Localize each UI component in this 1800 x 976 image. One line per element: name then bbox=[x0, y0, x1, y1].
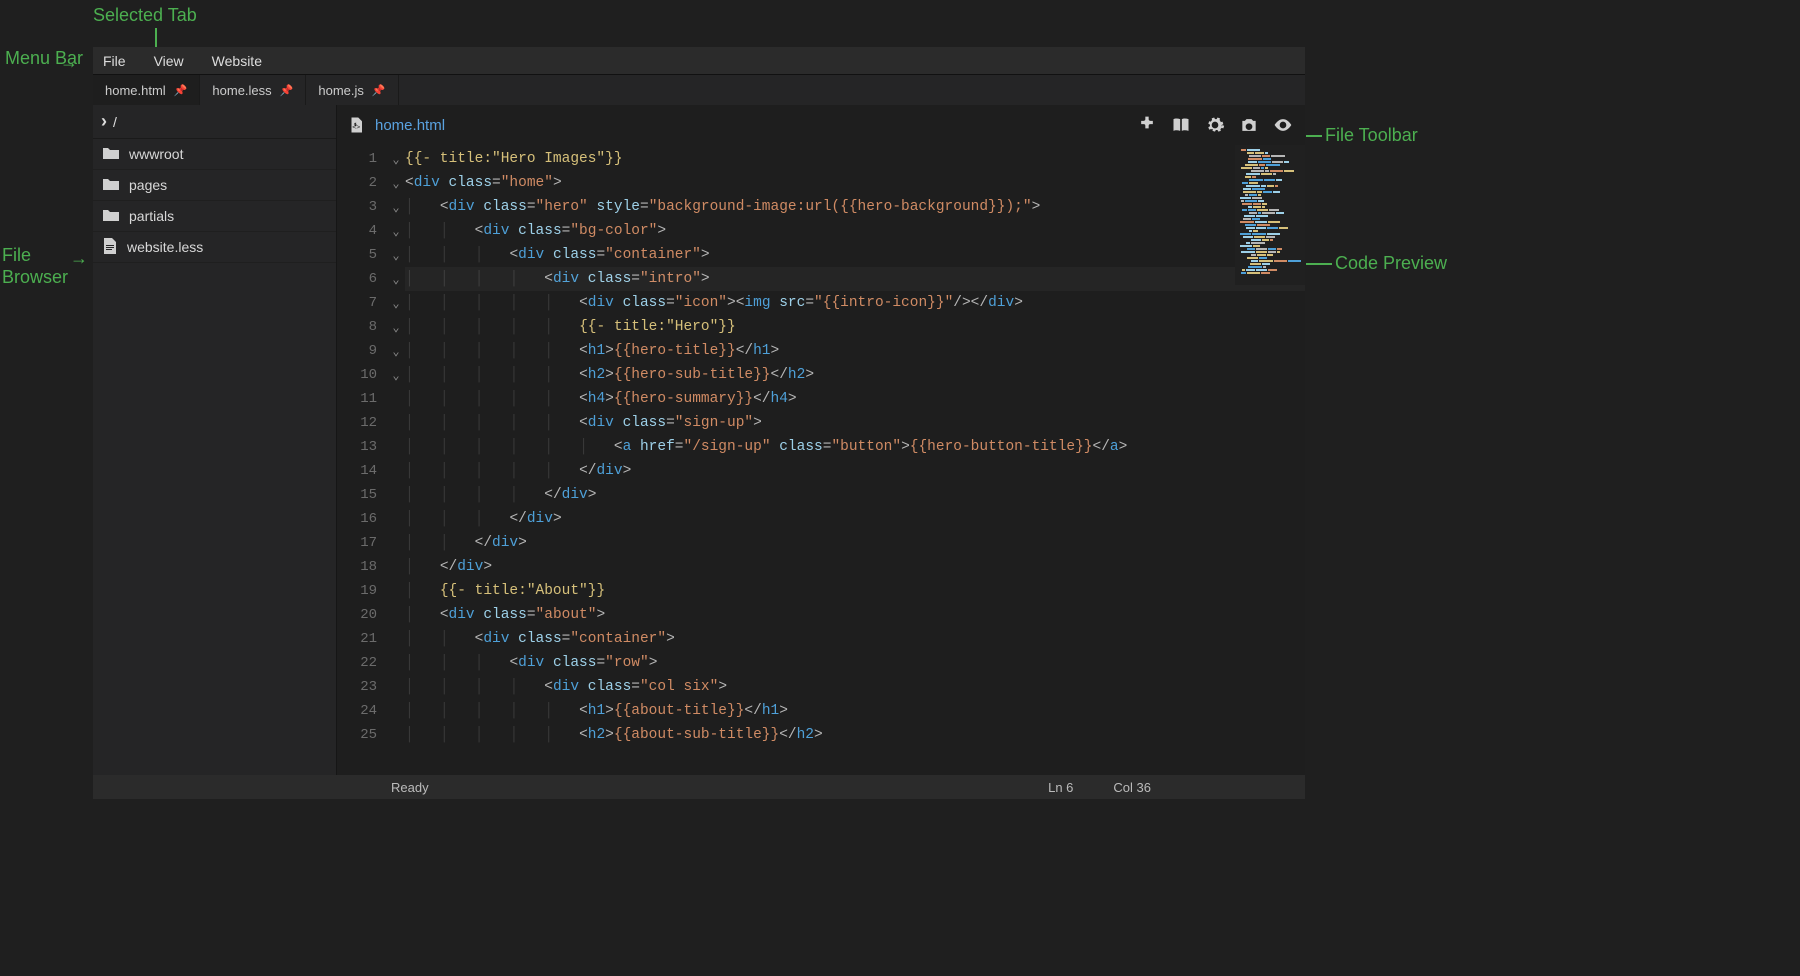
fold-column[interactable]: ⌄⌄⌄⌄⌄⌄⌄⌄⌄⌄ bbox=[387, 145, 405, 775]
menu-file[interactable]: File bbox=[103, 53, 126, 69]
camera-icon[interactable] bbox=[1237, 113, 1261, 137]
eye-icon[interactable] bbox=[1271, 113, 1295, 137]
tab-label: home.less bbox=[212, 83, 271, 98]
tab-label: home.html bbox=[105, 83, 166, 98]
gutter: 1234567891011121314151617181920212223242… bbox=[337, 145, 387, 775]
item-label: partials bbox=[129, 208, 174, 224]
folder-item[interactable]: pages bbox=[93, 170, 336, 201]
tab-bar: home.html 📌 home.less 📌 home.js 📌 bbox=[93, 75, 1305, 105]
status-bar: Ready Ln 6 Col 36 bbox=[93, 775, 1305, 799]
annotation-code-preview: Code Preview bbox=[1335, 253, 1447, 274]
arrow-icon: → bbox=[70, 248, 88, 269]
breadcrumb[interactable]: › / bbox=[93, 105, 336, 139]
folder-item[interactable]: partials bbox=[93, 201, 336, 232]
item-label: pages bbox=[129, 177, 167, 193]
annotation-menu-bar: Menu Bar bbox=[5, 48, 83, 69]
item-label: website.less bbox=[127, 239, 203, 255]
code-area[interactable]: {{- title:"Hero Images"}}<div class="hom… bbox=[405, 145, 1305, 775]
menu-website[interactable]: Website bbox=[212, 53, 262, 69]
menu-view[interactable]: View bbox=[154, 53, 184, 69]
code-editor[interactable]: 1234567891011121314151617181920212223242… bbox=[337, 145, 1305, 775]
book-icon[interactable] bbox=[1169, 113, 1193, 137]
folder-icon bbox=[103, 146, 119, 162]
plugin-icon[interactable] bbox=[1135, 113, 1159, 137]
menu-bar: File View Website bbox=[93, 47, 1305, 75]
file-item[interactable]: website.less bbox=[93, 232, 336, 263]
annotation-file-toolbar: File Toolbar bbox=[1325, 125, 1418, 146]
file-icon bbox=[103, 238, 117, 257]
tab-label: home.js bbox=[318, 83, 364, 98]
pin-icon[interactable]: 📌 bbox=[174, 84, 188, 97]
annotation-selected-tab: Selected Tab bbox=[93, 5, 197, 26]
file-icon: <> bbox=[347, 114, 365, 136]
chevron-right-icon: › bbox=[101, 111, 107, 132]
tab-home-js[interactable]: home.js 📌 bbox=[306, 75, 398, 105]
ide-window: File View Website home.html 📌 home.less … bbox=[93, 47, 1305, 799]
folder-icon bbox=[103, 208, 119, 224]
folder-icon bbox=[103, 177, 119, 193]
file-toolbar: <> home.html bbox=[337, 105, 1305, 145]
status-ln: Ln 6 bbox=[1048, 780, 1073, 795]
editor-pane: <> home.html 123456789101112131415161718… bbox=[337, 105, 1305, 775]
pin-icon[interactable]: 📌 bbox=[280, 84, 294, 97]
tab-home-html[interactable]: home.html 📌 bbox=[93, 75, 200, 105]
item-label: wwwroot bbox=[129, 146, 183, 162]
annotation-file-browser-2: Browser bbox=[2, 267, 68, 288]
svg-text:<>: <> bbox=[352, 124, 360, 131]
folder-item[interactable]: wwwroot bbox=[93, 139, 336, 170]
pin-icon[interactable]: 📌 bbox=[372, 84, 386, 97]
file-name: home.html bbox=[375, 117, 445, 134]
code-preview-minimap[interactable] bbox=[1235, 145, 1305, 285]
annotation-file-browser: File bbox=[2, 245, 31, 266]
breadcrumb-path: / bbox=[113, 114, 117, 130]
status-state: Ready bbox=[391, 780, 429, 795]
tab-home-less[interactable]: home.less 📌 bbox=[200, 75, 306, 105]
arrow-icon: → bbox=[60, 52, 78, 73]
gear-icon[interactable] bbox=[1203, 113, 1227, 137]
file-browser: › / wwwroot pages partials website.less bbox=[93, 105, 337, 775]
status-col: Col 36 bbox=[1113, 780, 1151, 795]
